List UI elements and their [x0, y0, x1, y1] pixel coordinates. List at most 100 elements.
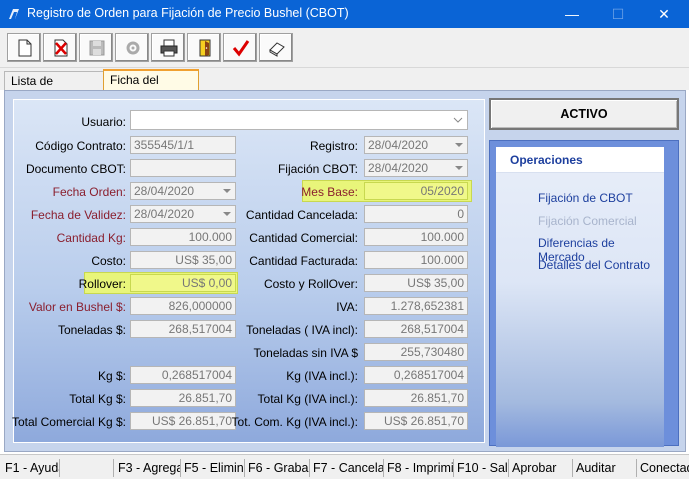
costo-field[interactable]: US$ 35,00 [130, 251, 236, 269]
fecha-validez-label: Fecha de Validez: [30, 208, 126, 222]
valor-bushel-field[interactable]: 826,000000 [130, 297, 236, 315]
toneladas-iva-label: Toneladas ( IVA incl): [246, 323, 358, 337]
settings-icon [126, 41, 140, 55]
dropdown-arrow-icon [455, 143, 463, 147]
status-f3-agregar[interactable]: F3 - Agregar [115, 459, 181, 477]
exit-door-icon [199, 39, 211, 57]
registro-label: Registro: [309, 139, 358, 153]
mes-base-label: Mes Base: [301, 185, 358, 199]
total-kg-iva-field[interactable]: 26.851,70 [364, 389, 468, 407]
accept-button[interactable] [223, 33, 257, 62]
checkmark-icon [232, 40, 250, 57]
fijacion-cbot-label: Fijación CBOT: [277, 162, 358, 176]
status-f10-salir[interactable]: F10 - Salir [454, 459, 509, 477]
dropdown-arrow-icon [223, 212, 231, 216]
clear-button[interactable] [259, 33, 293, 62]
toneladas-iva-field[interactable]: 268,517004 [364, 320, 468, 338]
minimize-button[interactable]: — [549, 0, 595, 28]
total-comercial-kg-field[interactable]: US$ 26.851,70 [130, 412, 236, 430]
toneladas-field[interactable]: 268,517004 [130, 320, 236, 338]
fijacion-cbot-value: 28/04/2020 [368, 161, 429, 175]
eraser-icon [269, 42, 285, 57]
kg-iva-field[interactable]: 0,268517004 [364, 366, 468, 384]
fijacion-cbot-field[interactable]: 28/04/2020 [364, 159, 468, 177]
delete-button[interactable] [43, 33, 77, 62]
codigo-contrato-field[interactable]: 355545/1/1 [130, 136, 236, 154]
status-f5-eliminar[interactable]: F5 - Eliminar [181, 459, 245, 477]
status-f1-ayuda[interactable]: F1 - Ayuda [2, 459, 60, 477]
cantidad-kg-label: Cantidad Kg: [56, 231, 126, 245]
costo-label: Costo: [91, 254, 126, 268]
registro-value: 28/04/2020 [368, 138, 429, 152]
documento-cbot-label: Documento CBOT: [25, 162, 126, 176]
fijacion-cbot-link[interactable]: Fijación de CBOT [538, 191, 633, 205]
toolbar [0, 28, 689, 68]
registro-field[interactable]: 28/04/2020 [364, 136, 468, 154]
status-bar: F1 - Ayuda F3 - Agregar F5 - Eliminar F6… [0, 454, 689, 479]
codigo-contrato-label: Código Contrato: [35, 139, 126, 153]
total-comercial-kg-label: Total Comercial Kg $: [11, 415, 126, 429]
toneladas-sin-iva-label: Toneladas sin IVA $ [253, 346, 358, 360]
fecha-orden-label: Fecha Orden: [52, 185, 126, 199]
status-f7-cancelar[interactable]: F7 - Cancelar [310, 459, 384, 477]
cantidad-cancelada-label: Cantidad Cancelada: [245, 208, 358, 222]
total-kg-iva-label: Total Kg (IVA incl.): [257, 392, 358, 406]
new-document-button[interactable] [7, 33, 41, 62]
fecha-validez-field[interactable]: 28/04/2020 [130, 205, 236, 223]
total-kg-label: Total Kg $: [69, 392, 126, 406]
kg-label: Kg $: [97, 369, 126, 383]
iva-field[interactable]: 1.278,652381 [364, 297, 468, 315]
documento-cbot-field[interactable] [130, 159, 236, 177]
save-button[interactable] [79, 33, 113, 62]
cantidad-facturada-field[interactable]: 100.000 [364, 251, 468, 269]
rollover-field[interactable]: US$ 0,00 [130, 274, 236, 292]
detalles-contrato-link[interactable]: Detalles del Contrato [538, 258, 650, 272]
print-icon [160, 39, 178, 57]
delete-icon [54, 39, 68, 57]
cantidad-comercial-label: Cantidad Comercial: [249, 231, 358, 245]
tab-ficha-del-registro[interactable]: Ficha del Registro [103, 69, 199, 105]
dropdown-arrow-icon [223, 189, 231, 193]
operaciones-header: Operaciones [496, 147, 664, 173]
status-aprobar[interactable]: Aprobar [509, 459, 573, 477]
tab-bar: Lista de Registros Ficha del Registro [0, 68, 689, 106]
maximize-button[interactable]: ☐ [595, 0, 641, 28]
status-f6-grabar[interactable]: F6 - Grabar [245, 459, 310, 477]
cantidad-kg-field[interactable]: 100.000 [130, 228, 236, 246]
operaciones-panel: Operaciones Fijación de CBOT Fijación Co… [489, 140, 679, 447]
new-document-icon [18, 39, 32, 57]
status-f8-imprimir[interactable]: F8 - Imprimir [384, 459, 454, 477]
total-kg-field[interactable]: 26.851,70 [130, 389, 236, 407]
fecha-validez-value: 28/04/2020 [134, 207, 195, 221]
rollover-label: Rollover: [78, 277, 126, 291]
costo-rollover-field[interactable]: US$ 35,00 [364, 274, 468, 292]
cantidad-cancelada-field[interactable]: 0 [364, 205, 468, 223]
tot-com-kg-iva-label: Tot. Com. Kg (IVA incl.): [231, 415, 358, 429]
app-icon [9, 9, 19, 19]
fecha-orden-field[interactable]: 28/04/2020 [130, 182, 236, 200]
operaciones-title: Operaciones [510, 153, 583, 167]
tab-lista-de-registros[interactable]: Lista de Registros [4, 71, 104, 106]
dropdown-arrow-icon [455, 166, 463, 170]
valor-bushel-label: Valor en Bushel $: [28, 300, 126, 314]
kg-field[interactable]: 0,268517004 [130, 366, 236, 384]
toneladas-sin-iva-field[interactable]: 255,730480 [364, 343, 468, 361]
save-icon [89, 40, 105, 56]
exit-button[interactable] [187, 33, 221, 62]
mes-base-field[interactable]: 05/2020 [364, 182, 468, 200]
fijacion-comercial-link: Fijación Comercial [538, 214, 637, 228]
fecha-orden-value: 28/04/2020 [134, 184, 195, 198]
iva-label: IVA: [336, 300, 358, 314]
cantidad-comercial-field[interactable]: 100.000 [364, 228, 468, 246]
usuario-select[interactable] [130, 110, 468, 130]
close-button[interactable]: ✕ [641, 0, 687, 28]
window-title: Registro de Orden para Fijación de Preci… [27, 6, 349, 20]
status-empty [62, 459, 114, 477]
usuario-label: Usuario: [81, 115, 126, 129]
settings-button[interactable] [115, 33, 149, 62]
status-auditar[interactable]: Auditar [573, 459, 637, 477]
tot-com-kg-iva-field[interactable]: US$ 26.851,70 [364, 412, 468, 430]
print-button[interactable] [151, 33, 185, 62]
cantidad-facturada-label: Cantidad Facturada: [249, 254, 358, 268]
title-bar: Registro de Orden para Fijación de Preci… [0, 0, 689, 28]
